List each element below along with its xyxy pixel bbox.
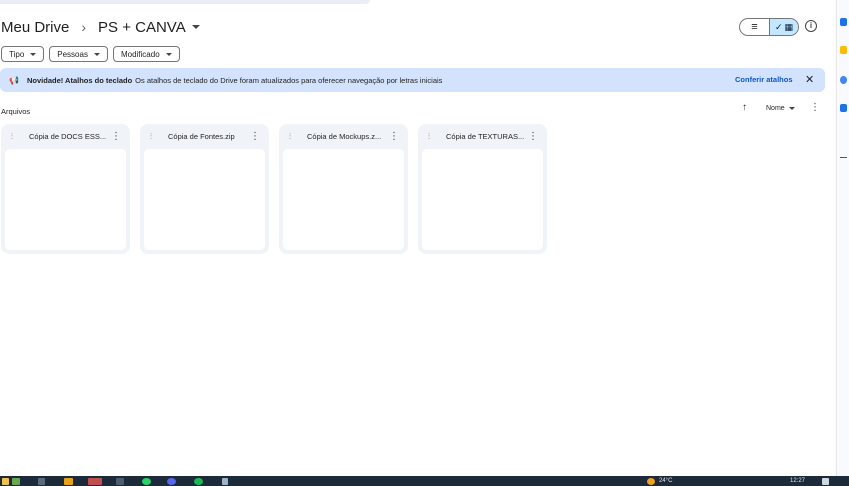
weather-icon — [647, 478, 655, 485]
filter-chip-label: Modificado — [120, 49, 160, 59]
filter-chip-type[interactable]: Tipo — [1, 46, 45, 62]
keep-icon[interactable] — [840, 46, 847, 54]
filter-chip-modified[interactable]: Modificado — [112, 46, 180, 62]
breadcrumb-root[interactable]: Meu Drive — [0, 19, 69, 36]
app-icon[interactable] — [116, 478, 124, 485]
sort-by-button[interactable]: Nome — [766, 105, 795, 112]
close-icon[interactable]: ✕ — [805, 73, 814, 86]
file-name: Cópia de Fontes.zip — [168, 132, 235, 141]
filter-chip-label: Pessoas — [57, 49, 88, 59]
list-view-button[interactable]: ≡ — [740, 19, 769, 35]
task-view-icon[interactable] — [38, 478, 45, 485]
zip-file-icon: ⫶ — [150, 131, 152, 141]
file-thumbnail — [144, 149, 265, 250]
chevron-down-icon — [788, 107, 795, 110]
info-icon[interactable]: i — [805, 20, 817, 32]
drive-main-area: Meu Drive › PS + CANVA ≡ ✓ ▦ i Tipo Pess… — [0, 0, 836, 476]
more-options-icon[interactable]: ⋮ — [810, 102, 820, 113]
filter-chip-people[interactable]: Pessoas — [49, 46, 108, 62]
list-icon: ≡ — [751, 21, 758, 33]
spotify-icon[interactable] — [194, 478, 203, 485]
breadcrumb: Meu Drive › PS + CANVA — [0, 16, 200, 38]
file-card[interactable]: ⫶ Cópia de Mockups.z... ⋮ — [279, 124, 408, 254]
banner-title: Novidade! Atalhos do teclado — [27, 75, 133, 85]
chevron-down-icon — [191, 25, 200, 29]
app-icon[interactable] — [12, 478, 20, 485]
zip-file-icon: ⫶ — [11, 131, 13, 141]
breadcrumb-separator-icon: › — [81, 19, 87, 35]
more-options-icon[interactable]: ⋮ — [528, 131, 538, 142]
view-toggle: ≡ ✓ ▦ — [739, 18, 799, 36]
app-icon[interactable] — [2, 478, 9, 485]
sort-direction-icon[interactable]: ↑ — [742, 102, 747, 113]
file-thumbnail — [283, 149, 404, 250]
zip-file-icon: ⫶ — [289, 131, 291, 141]
file-card[interactable]: ⫶ Cópia de TEXTURAS... ⋮ — [418, 124, 547, 254]
chevron-down-icon — [93, 52, 100, 56]
discord-icon[interactable] — [167, 478, 176, 485]
tasks-icon[interactable] — [840, 76, 847, 84]
side-panel-strip — [836, 0, 849, 476]
more-options-icon[interactable]: ⋮ — [111, 131, 121, 142]
megaphone-icon: 📢 — [9, 75, 19, 85]
chrome-icon[interactable] — [88, 478, 102, 485]
more-options-icon[interactable]: ⋮ — [250, 131, 260, 142]
file-name: Cópia de TEXTURAS... — [446, 132, 525, 141]
keyboard-shortcuts-banner: 📢 Novidade! Atalhos do teclado Os atalho… — [0, 68, 825, 92]
files-section-title: Arquivos — [1, 107, 31, 116]
chevron-down-icon — [165, 52, 172, 56]
contacts-icon[interactable] — [840, 104, 847, 112]
banner-text: Os atalhos de teclado do Drive foram atu… — [135, 75, 443, 85]
file-card[interactable]: ⫶ Cópia de DOCS ESS... ⋮ — [1, 124, 130, 254]
filter-chips: Tipo Pessoas Modificado — [1, 46, 180, 62]
file-name: Cópia de DOCS ESS... — [29, 132, 107, 141]
folder-title: PS + CANVA — [98, 18, 186, 36]
file-explorer-icon[interactable] — [64, 478, 73, 485]
check-icon: ✓ — [774, 21, 783, 32]
file-thumbnail — [422, 149, 543, 250]
whatsapp-icon[interactable] — [142, 478, 151, 485]
calendar-icon[interactable] — [840, 18, 847, 26]
more-options-icon[interactable]: ⋮ — [389, 131, 399, 142]
grid-icon: ▦ — [784, 21, 794, 32]
file-card[interactable]: ⫶ Cópia de Fontes.zip ⋮ — [140, 124, 269, 254]
sort-label: Nome — [766, 105, 785, 112]
breadcrumb-current-folder[interactable]: PS + CANVA — [98, 19, 200, 36]
windows-taskbar: 24°C 12:27 — [0, 476, 849, 486]
side-panel-divider — [840, 157, 847, 158]
file-grid: ⫶ Cópia de DOCS ESS... ⋮ ⫶ Cópia de Font… — [1, 124, 547, 254]
file-thumbnail — [5, 149, 126, 250]
weather-temperature: 24°C — [659, 478, 673, 484]
chevron-down-icon — [30, 52, 37, 56]
file-name: Cópia de Mockups.z... — [307, 132, 382, 141]
clock-time[interactable]: 12:27 — [790, 476, 805, 486]
grid-view-button[interactable]: ✓ ▦ — [769, 19, 798, 35]
view-shortcuts-link[interactable]: Conferir atalhos — [735, 75, 793, 84]
notifications-icon[interactable] — [822, 478, 829, 485]
zip-file-icon: ⫶ — [428, 131, 430, 141]
app-icon[interactable] — [222, 478, 228, 485]
filter-chip-label: Tipo — [9, 49, 25, 59]
